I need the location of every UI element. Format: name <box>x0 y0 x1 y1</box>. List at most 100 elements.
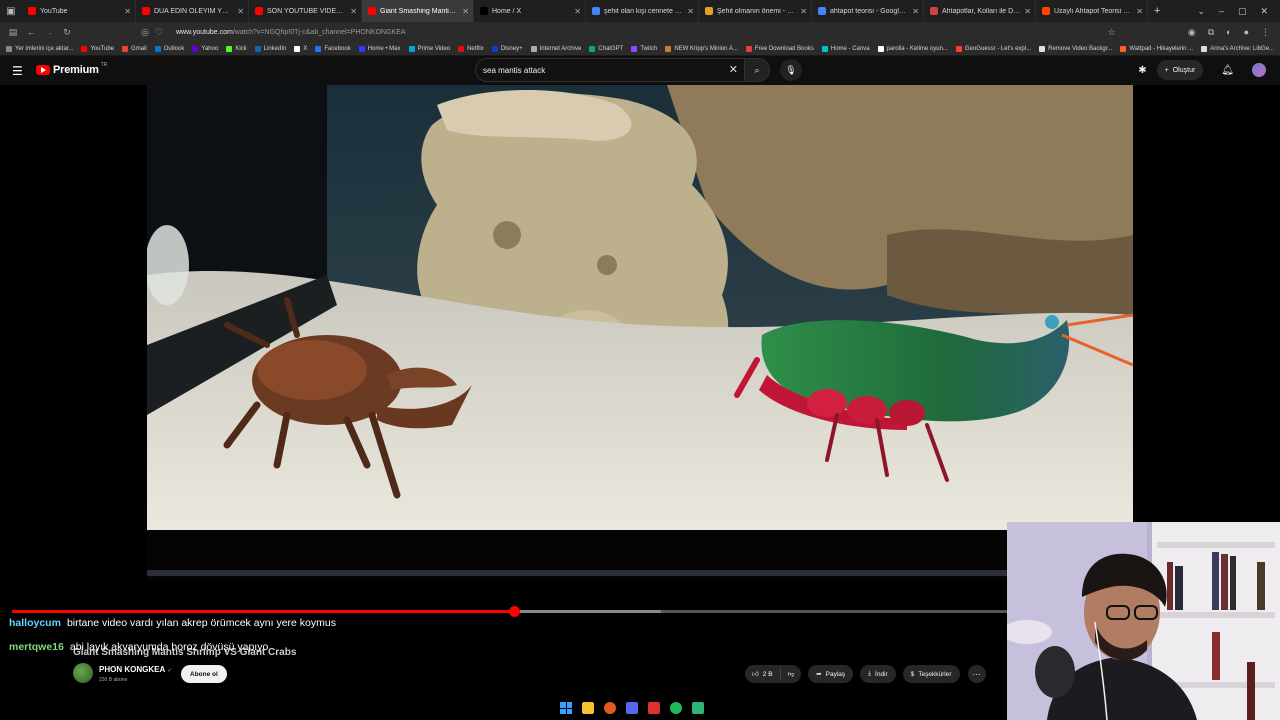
video-frame <box>147 85 1133 581</box>
bookmark-item[interactable]: YouTube <box>81 45 114 52</box>
file-explorer-icon[interactable] <box>582 702 594 714</box>
browser-tab[interactable]: Şehit olmanın önemi - Dinimiz✕ <box>699 0 812 22</box>
menu-icon[interactable]: ⋮ <box>1261 27 1270 38</box>
vpn-icon[interactable]: ◉ <box>1188 27 1196 38</box>
extensions-icon[interactable]: ⧉ <box>1208 27 1214 38</box>
bookmark-item[interactable]: Yahoo <box>192 45 218 52</box>
windows-start-icon[interactable] <box>560 702 572 714</box>
bookmark-item[interactable]: Gmail <box>122 45 147 52</box>
share-button[interactable]: ➦ Paylaş <box>808 665 854 683</box>
thanks-label: Teşekkürler <box>918 670 952 678</box>
bookmark-item[interactable]: LinkedIn <box>254 45 286 52</box>
bookmark-item[interactable]: NEW Kripp's Minion A... <box>665 45 738 52</box>
new-tab-button[interactable]: + <box>1154 5 1160 17</box>
bookmark-item[interactable]: Prime Video <box>408 45 450 52</box>
bookmark-item[interactable]: Remove Video Backgr... <box>1039 45 1112 52</box>
more-actions-button[interactable]: ⋯ <box>967 665 986 683</box>
hamburger-menu-icon[interactable]: ☰ <box>12 64 23 78</box>
bookmark-item[interactable]: Wattpad - Hikayelerin ... <box>1120 45 1193 52</box>
bookmark-item[interactable]: Kick <box>226 45 247 52</box>
search-input[interactable]: sea mantis attack ✕ <box>475 58 745 82</box>
bookmark-item[interactable]: Twitch <box>631 45 657 52</box>
channel-avatar[interactable] <box>73 663 93 683</box>
url-field[interactable]: www.youtube.com/watch?v=NGQhpI0Tj-c&ab_c… <box>176 24 406 40</box>
address-bar-row: ▤ ← → ↻ ◎ ♡ www.youtube.com/watch?v=NGQh… <box>0 22 1280 42</box>
video-progress-bar[interactable] <box>12 606 1007 617</box>
bookmark-item[interactable]: Facebook <box>315 45 351 52</box>
browser-app-icon[interactable] <box>604 702 616 714</box>
bookmark-item[interactable]: Outlook <box>154 45 184 52</box>
tab-actions-icon[interactable]: ▣ <box>0 0 22 22</box>
clear-search-icon[interactable]: ✕ <box>729 63 738 76</box>
browser-tab[interactable]: Uzaylı Ahtapot Teorisi mi? : r/b✕ <box>1036 0 1148 22</box>
tab-close-icon[interactable]: ✕ <box>350 7 357 16</box>
bookmark-item[interactable]: Home - Canva <box>821 45 870 52</box>
channel-name-text: PHON KONGKEA <box>99 665 166 674</box>
wallet-icon[interactable]: ◐ <box>1226 27 1231 37</box>
spotify-icon[interactable] <box>670 702 682 714</box>
app-green-icon[interactable] <box>692 702 704 714</box>
bookmark-item[interactable]: GeoGuessr - Let's expl... <box>955 45 1031 52</box>
bookmark-item[interactable]: ChatGPT <box>589 45 623 52</box>
close-window-icon[interactable]: ✕ <box>1260 6 1268 17</box>
channel-name[interactable]: PHON KONGKEA ✓ <box>99 665 172 674</box>
forward-icon[interactable]: → <box>40 27 58 37</box>
discord-icon[interactable] <box>626 702 638 714</box>
bookmark-star-icon[interactable]: ☆ <box>1108 27 1116 38</box>
browser-tab[interactable]: Home / X ✕ <box>474 0 586 22</box>
thanks-button[interactable]: $ Teşekkürler <box>902 665 960 683</box>
browser-tab[interactable]: SON YOUTUBE VİDEOM - YouT✕ <box>249 0 362 22</box>
bookmark-item[interactable]: Anna's Archive: LibGe... <box>1201 45 1274 52</box>
bookmark-item[interactable]: Disney+ <box>491 45 523 52</box>
tab-close-icon[interactable]: ✕ <box>800 7 807 16</box>
download-button[interactable]: ⤓ İndir <box>860 665 896 683</box>
tab-close-icon[interactable]: ✕ <box>1136 7 1143 16</box>
bookmark-item[interactable]: Free Download Books <box>745 45 814 52</box>
browser-tab[interactable]: DUA EDİN ÖLEYİM YOKSA ÇOK✕ <box>136 0 249 22</box>
tab-close-icon[interactable]: ✕ <box>574 7 581 16</box>
tab-close-icon[interactable]: ✕ <box>912 7 919 16</box>
subscribe-button[interactable]: Abone ol <box>181 665 227 683</box>
voice-search-button[interactable]: 🎙︎ <box>780 59 802 81</box>
bookmark-favicon-icon <box>122 45 129 52</box>
video-player[interactable] <box>147 85 1133 581</box>
tab-close-icon[interactable]: ✕ <box>237 7 244 16</box>
studio-icon[interactable]: ✱ <box>1138 65 1146 76</box>
create-button[interactable]: + Oluştur <box>1156 60 1204 80</box>
like-button[interactable]: 👍︎ 2 B <box>745 668 781 680</box>
notifications-bell-icon[interactable]: 🔔︎ <box>1221 65 1234 76</box>
bookmark-item[interactable]: X <box>294 45 307 52</box>
tracking-icon[interactable]: ♡ <box>150 27 168 38</box>
user-avatar[interactable] <box>1252 63 1266 77</box>
minimize-icon[interactable]: – <box>1219 6 1224 16</box>
tab-search-icon[interactable]: ⌄ <box>1197 6 1205 17</box>
bookmark-item[interactable]: Home • Max <box>358 45 401 52</box>
tab-close-icon[interactable]: ✕ <box>124 7 131 16</box>
search-button[interactable]: ⌕ <box>745 58 770 82</box>
maximize-icon[interactable]: ▢ <box>1238 6 1247 17</box>
app-w-icon[interactable] <box>648 702 660 714</box>
tab-close-icon[interactable]: ✕ <box>462 7 469 16</box>
browser-tab[interactable]: ahtapot teorisi - Google Search✕ <box>812 0 924 22</box>
bookmark-item[interactable]: Internet Archive <box>530 45 581 52</box>
progress-scrubber[interactable] <box>509 606 521 617</box>
profile-icon[interactable]: ● <box>1244 27 1249 37</box>
tab-favicon-icon <box>28 7 36 15</box>
back-icon[interactable]: ← <box>22 27 40 37</box>
browser-tab[interactable]: Giant Smashing Mantis Shrimp✕ <box>362 0 474 22</box>
browser-tab[interactable]: YouTube ✕ <box>22 0 136 22</box>
browser-tab[interactable]: şehit olan kişi cennete mi gider✕ <box>586 0 699 22</box>
tab-close-icon[interactable]: ✕ <box>687 7 694 16</box>
reload-icon[interactable]: ↻ <box>58 27 76 38</box>
tab-close-icon[interactable]: ✕ <box>1024 7 1031 16</box>
bookmark-item[interactable]: Yer imlerini içe aktar... <box>6 45 73 52</box>
dislike-button[interactable]: 👎︎ <box>781 670 802 678</box>
youtube-premium-logo[interactable]: Premium TR <box>36 62 107 76</box>
browser-tab[interactable]: Ahtapotlar, Kolları ile Düşünür!✕ <box>924 0 1036 22</box>
bookmark-item[interactable]: Netflix <box>458 45 484 52</box>
bookmark-item[interactable]: parolla - Kelime oyun... <box>877 45 948 52</box>
video-actions: 👍︎ 2 B 👎︎ ➦ Paylaş ⤓ İndir $ Teşekkürler… <box>745 665 986 683</box>
sidebar-toggle-icon[interactable]: ▤ <box>4 27 22 38</box>
tab-favicon-icon <box>1042 7 1050 15</box>
tab-label: Uzaylı Ahtapot Teorisi mi? : r/b <box>1054 7 1134 15</box>
